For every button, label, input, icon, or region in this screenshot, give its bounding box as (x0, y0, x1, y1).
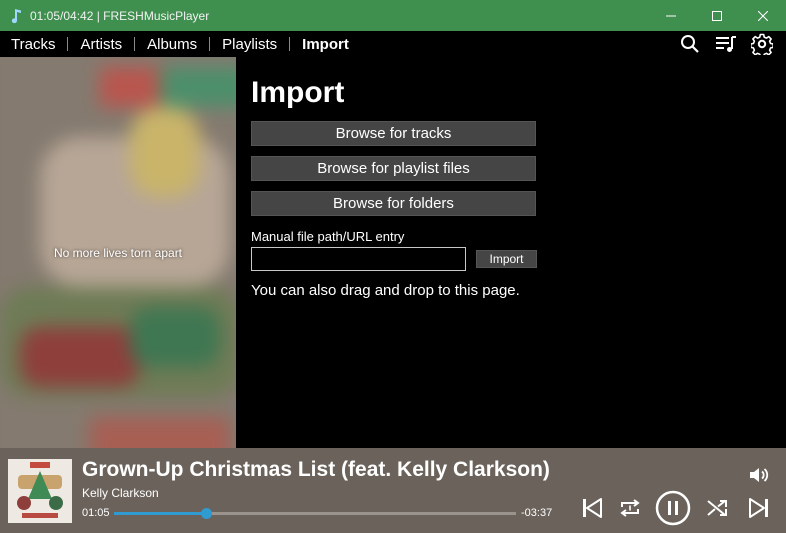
manual-entry-label: Manual file path/URL entry (251, 229, 405, 244)
title-bar: 01:05/04:42 | FRESHMusicPlayer (0, 0, 786, 31)
nav-divider (134, 37, 136, 51)
browse-folders-button[interactable]: Browse for folders (251, 191, 536, 216)
close-button[interactable] (740, 0, 786, 31)
maximize-button[interactable] (694, 0, 740, 31)
current-time: 01:05 (82, 507, 110, 519)
volume-icon[interactable] (747, 463, 771, 487)
seek-bar-fill (114, 512, 207, 515)
lyric-line: No more lives torn apart (53, 246, 183, 260)
seek-bar[interactable] (114, 508, 516, 519)
page-title: Import (251, 76, 345, 109)
import-page: Import Browse for tracks Browse for play… (236, 57, 786, 448)
nav-divider (67, 37, 69, 51)
search-icon[interactable] (678, 32, 702, 56)
album-art-background: No more lives torn apart (0, 57, 236, 448)
music-note-icon (10, 8, 23, 24)
player-bar: Grown-Up Christmas List (feat. Kelly Cla… (0, 448, 786, 533)
song-title: Grown-Up Christmas List (feat. Kelly Cla… (82, 458, 550, 481)
settings-gear-icon[interactable] (750, 32, 774, 56)
nav-divider (209, 37, 211, 51)
browse-playlist-files-button[interactable]: Browse for playlist files (251, 156, 536, 181)
next-icon[interactable] (741, 490, 777, 526)
import-button[interactable]: Import (476, 250, 537, 268)
window-controls (648, 0, 786, 31)
artist-name[interactable]: Kelly Clarkson (82, 486, 159, 500)
nav-tab-artists[interactable]: Artists (80, 36, 122, 53)
nav-tab-import[interactable]: Import (302, 36, 349, 53)
browse-tracks-button[interactable]: Browse for tracks (251, 121, 536, 146)
pause-icon[interactable] (655, 490, 691, 526)
previous-icon[interactable] (574, 490, 610, 526)
nav-bar: Tracks Artists Albums Playlists Import (0, 31, 786, 57)
remaining-time: -03:37 (521, 507, 553, 519)
queue-icon[interactable] (714, 32, 738, 56)
nav-tab-albums[interactable]: Albums (147, 36, 197, 53)
nav-tabs: Tracks Artists Albums Playlists Import (11, 36, 349, 53)
nav-tab-tracks[interactable]: Tracks (11, 36, 55, 53)
shuffle-icon[interactable] (700, 490, 736, 526)
drag-drop-hint: You can also drag and drop to this page. (251, 282, 520, 299)
repeat-icon[interactable] (612, 490, 648, 526)
window-title: 01:05/04:42 | FRESHMusicPlayer (30, 8, 210, 23)
manual-path-input[interactable] (251, 247, 466, 271)
nav-actions (678, 31, 786, 57)
nav-divider (289, 37, 291, 51)
minimize-button[interactable] (648, 0, 694, 31)
seek-bar-thumb[interactable] (200, 508, 212, 519)
nav-tab-playlists[interactable]: Playlists (222, 36, 277, 53)
album-thumbnail[interactable] (8, 459, 72, 523)
